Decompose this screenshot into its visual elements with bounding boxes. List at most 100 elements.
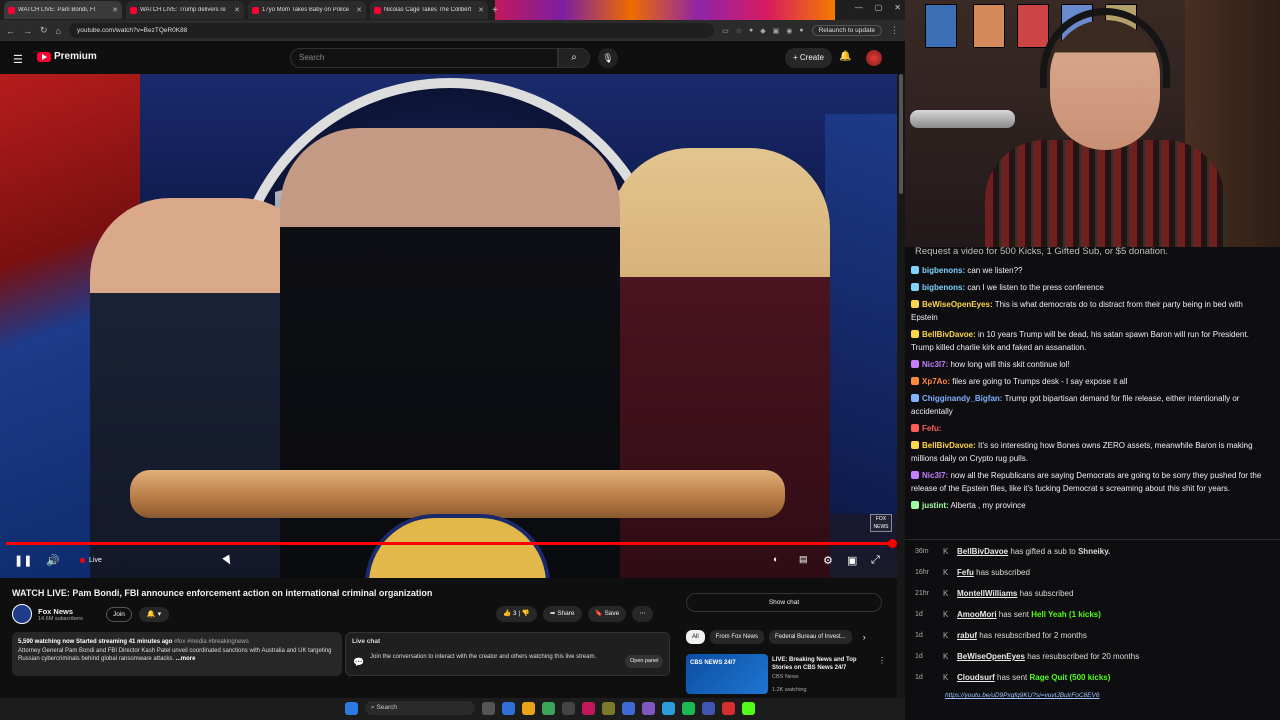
cast-icon[interactable]: ▭ [722,27,729,35]
event-username[interactable]: Cloudsurf [957,673,995,682]
channel-name[interactable]: Fox News [38,607,83,616]
create-button[interactable]: + Create [785,48,832,68]
avatar[interactable] [866,50,882,66]
edge-icon[interactable] [502,701,515,715]
event-username[interactable]: BeWiseOpenEyes [957,652,1025,661]
chevron-right-icon[interactable]: › [863,632,866,642]
chrome-icon[interactable] [522,701,535,715]
settings-gear-icon[interactable]: ⚙ [823,554,833,567]
chat-username[interactable]: Nic3l7: [922,360,948,369]
extension-icon[interactable]: ● [749,27,753,35]
scrubber-handle[interactable] [888,539,897,548]
volume-icon[interactable]: 🔊 [46,554,60,567]
save-button[interactable]: 🔖 Save [587,606,627,622]
task-view-icon[interactable] [482,701,495,715]
new-tab-icon[interactable]: + [492,5,498,16]
scrollbar-thumb[interactable] [899,74,903,194]
maximize-icon[interactable]: ▢ [875,3,883,12]
close-icon[interactable]: ✕ [112,6,118,14]
video-description[interactable]: 5,590 watching now Started streaming 41 … [12,632,342,676]
recommended-title[interactable]: LIVE: Breaking News and Top Stories on C… [772,656,872,672]
event-username[interactable]: Fefu [957,568,974,577]
show-chat-button[interactable]: Show chat [686,593,882,612]
hashtags[interactable]: #fox #media #breakingnews [174,639,249,645]
kebab-menu-icon[interactable]: ⋮ [890,25,899,36]
search-input[interactable]: Search [290,48,558,68]
browser-tab-2[interactable]: WATCH LIVE: Trump delivers re ✕ [126,1,244,19]
app-icon[interactable] [702,701,715,715]
pause-icon[interactable]: ❚❚ [14,554,32,567]
fullscreen-icon[interactable]: ⤢ [871,554,880,567]
recommended-thumbnail[interactable]: CBS NEWS 24/7 [686,654,768,694]
profile-icon[interactable]: ● [799,27,803,35]
more-link[interactable]: ...more [176,656,196,662]
reload-icon[interactable]: ↻ [40,25,48,36]
home-icon[interactable]: ⌂ [56,26,61,36]
chat-username[interactable]: BellBivDavoe: [922,441,976,450]
chip-from-fox-news[interactable]: From Fox News [709,630,765,644]
video-progress-bar[interactable] [6,539,897,548]
kick-icon[interactable] [742,701,755,715]
extension-icon[interactable]: ▣ [773,27,780,35]
chat-username[interactable]: Nic3l7: [922,471,948,480]
chip-fbi[interactable]: Federal Bureau of Invest... [769,630,852,644]
open-panel-button[interactable]: Open panel [625,655,664,668]
event-link[interactable]: https://youtu.be/uD9Pxgfq9KU?si=vuvtJBul… [945,692,1099,699]
app-icon[interactable] [722,701,735,715]
channel-info[interactable]: Fox News 14.6M subscribers [12,604,83,624]
chat-username[interactable]: BeWiseOpenEyes: [922,300,993,309]
channel-avatar[interactable] [12,604,32,624]
chat-username[interactable]: bigbenons: [922,283,965,292]
extension-icon[interactable]: ◉ [786,27,792,35]
chat-username[interactable]: bigbenons: [922,266,965,275]
recommended-video[interactable]: CBS NEWS 24/7 LIVE: Breaking News and To… [686,654,886,694]
miniplayer-icon[interactable]: ▣ [847,554,857,567]
microphone-icon[interactable]: 🎙 [598,48,618,68]
folder-icon[interactable] [602,701,615,715]
app-icon[interactable] [582,701,595,715]
video-player[interactable]: FOX NEWS [0,74,905,578]
search-icon[interactable]: ⌕ [558,48,590,68]
app-icon[interactable] [662,701,675,715]
kebab-menu-icon[interactable]: ⋮ [878,656,886,665]
event-username[interactable]: rabuf [957,631,977,640]
share-button[interactable]: ➦ Share [542,606,582,622]
chip-all[interactable]: All [686,630,705,644]
browser-tab-4[interactable]: Nicolas Cage Takes The Collbert ✕ [370,1,488,19]
url-field[interactable]: youtube.com/watch?v=BezTQeR0K88 [68,23,715,38]
minimize-icon[interactable]: — [855,3,863,12]
chat-username[interactable]: Chigginandy_Bigfan: [922,394,1002,403]
browser-tab-3[interactable]: 17yo Mom Takes Baby on Police ✕ [248,1,366,19]
event-username[interactable]: MontellWilliams [957,589,1017,598]
close-icon[interactable]: ✕ [478,6,484,14]
window-close-icon[interactable]: ✕ [894,3,901,12]
notifications-bell-icon[interactable]: 🔔 [839,51,851,62]
forward-icon[interactable]: → [23,26,32,36]
hamburger-menu-icon[interactable]: ☰ [13,53,23,66]
spotify-icon[interactable] [682,701,695,715]
close-icon[interactable]: ✕ [356,6,362,14]
chat-username[interactable]: Fefu: [922,424,942,433]
subtitles-icon[interactable]: ▤ [799,554,808,565]
app-icon[interactable] [622,701,635,715]
windows-start-icon[interactable] [345,701,358,715]
close-icon[interactable]: ✕ [234,6,240,14]
subscribe-bell-button[interactable]: 🔔 ▾ [139,607,169,622]
live-indicator[interactable]: Live [80,557,102,564]
app-icon[interactable] [562,701,575,715]
relaunch-button[interactable]: Relaunch to update [811,25,882,36]
chat-username[interactable]: justint: [922,501,949,510]
event-username[interactable]: BellBivDavoe [957,547,1008,556]
event-username[interactable]: AmooMori [957,610,997,619]
back-icon[interactable]: ← [6,26,15,36]
taskbar-search[interactable]: ⌕ Search [365,701,475,715]
more-actions-icon[interactable]: ⋯ [632,606,653,622]
page-scrollbar[interactable] [897,74,905,698]
chat-username[interactable]: BellBivDavoe: [922,330,976,339]
browser-tab-1[interactable]: WATCH LIVE: Pam Bondi, FI ✕ [4,1,122,19]
youtube-logo[interactable]: Premium [37,51,97,62]
autoplay-toggle-icon[interactable]: ◐ [773,554,778,564]
join-button[interactable]: Join [106,607,132,622]
like-button[interactable]: 👍 3 | 👎 [496,606,537,622]
chrome-alt-icon[interactable] [542,701,555,715]
